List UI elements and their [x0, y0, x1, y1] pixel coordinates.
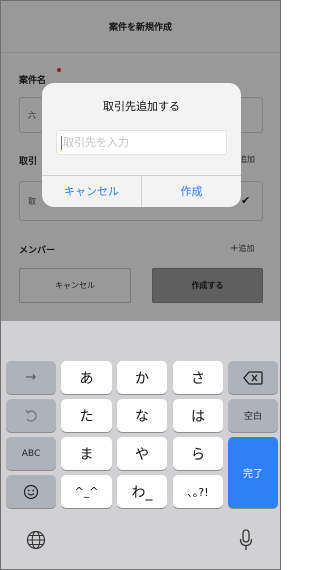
key-wa[interactable]: わ_ — [117, 475, 167, 508]
client-name-input-wrap — [56, 130, 227, 155]
emoji-key[interactable] — [6, 475, 56, 508]
dialog-cancel-button[interactable]: キャンセル — [42, 175, 141, 207]
arrow-right-icon: → — [25, 370, 37, 385]
key-ya[interactable]: や — [117, 437, 167, 470]
next-candidate-key[interactable]: → — [6, 361, 56, 394]
add-client-dialog: 取引先追加する キャンセル 作成 — [42, 83, 241, 207]
space-key[interactable]: 空白 — [228, 399, 278, 432]
client-name-input[interactable] — [63, 136, 221, 149]
delete-key[interactable] — [228, 361, 278, 394]
key-punctuation[interactable]: ､｡?! — [173, 475, 223, 508]
japanese-kana-keyboard: → あ か さ た な は 空白 ABC ま や ら 完了 ^_^ わ_ ､｡?… — [1, 321, 280, 569]
key-ha[interactable]: は — [173, 399, 223, 432]
globe-icon[interactable] — [25, 529, 47, 551]
undo-icon — [25, 409, 37, 422]
key-na[interactable]: な — [117, 399, 167, 432]
key-sa[interactable]: さ — [173, 361, 223, 394]
abc-key[interactable]: ABC — [6, 437, 56, 470]
undo-key[interactable] — [6, 399, 56, 432]
emoji-icon — [23, 484, 39, 499]
key-ka[interactable]: か — [117, 361, 167, 394]
key-ma[interactable]: ま — [61, 437, 112, 470]
text-caret — [61, 136, 62, 150]
dialog-create-button[interactable]: 作成 — [142, 175, 241, 207]
app-window: 案件を新規作成 案件名 六 取引 追加 取 ✔ メンバー +追加 キャンセル 作… — [0, 0, 281, 570]
dialog-title: 取引先追加する — [103, 100, 180, 113]
key-dakuten[interactable]: ^_^ — [61, 475, 112, 508]
key-ra[interactable]: ら — [173, 437, 223, 470]
backspace-icon — [243, 370, 263, 385]
key-a[interactable]: あ — [61, 361, 112, 394]
key-ta[interactable]: た — [61, 399, 112, 432]
microphone-icon[interactable] — [238, 528, 254, 552]
done-key[interactable]: 完了 — [228, 437, 278, 508]
